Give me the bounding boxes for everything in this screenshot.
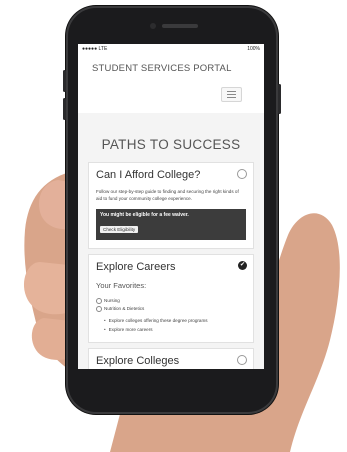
menu-icon-line <box>227 97 236 98</box>
radio-unchecked-icon[interactable] <box>237 169 247 179</box>
menu-icon-line <box>227 94 236 95</box>
main-content: PATHS TO SUCCESS Can I Afford College? F… <box>78 113 264 369</box>
list-item[interactable]: • Explore more careers <box>104 327 246 333</box>
portal-title: STUDENT SERVICES PORTAL <box>92 63 232 74</box>
camera-icon <box>150 23 156 29</box>
phone-screen: ●●●●● LTE 100% STUDENT SERVICES PORTAL P… <box>78 44 264 369</box>
favorite-item[interactable]: Nursing <box>96 297 246 304</box>
link-text[interactable]: Explore colleges offering these degree p… <box>109 318 208 324</box>
favorite-item[interactable]: Nutrition & Dietetics <box>96 305 246 312</box>
volume-button <box>63 70 66 92</box>
waiver-text: You might be eligible for a fee waiver. <box>100 211 189 218</box>
battery-level: 100% <box>247 45 260 52</box>
status-bar: ●●●●● LTE 100% <box>78 44 264 53</box>
card-afford-college[interactable]: Can I Afford College? Follow our step-by… <box>88 162 254 249</box>
link-text[interactable]: Explore more careers <box>109 327 153 333</box>
list-item[interactable]: • Explore colleges offering these degree… <box>104 318 246 324</box>
page-title: PATHS TO SUCCESS <box>101 137 241 152</box>
card-title: Explore Colleges <box>96 354 180 367</box>
radio-icon <box>96 305 102 312</box>
favorite-label: Nutrition & Dietetics <box>104 306 145 312</box>
favorite-label: Nursing <box>104 298 120 304</box>
card-description: Follow our step-by-step guide to finding… <box>96 189 239 201</box>
speaker-grille <box>162 24 198 28</box>
card-explore-careers[interactable]: Explore Careers ✔ Your Favorites: Nursin… <box>88 253 254 343</box>
fee-waiver-banner: You might be eligible for a fee waiver. … <box>96 208 246 240</box>
favorites-label: Your Favorites: <box>96 280 147 290</box>
card-title: Explore Careers <box>96 260 176 273</box>
radio-icon <box>96 297 102 304</box>
volume-button <box>63 98 66 120</box>
career-links: • Explore colleges offering these degree… <box>104 318 246 333</box>
bullet-icon: • <box>104 317 106 323</box>
check-eligibility-button[interactable]: Check Eligibility <box>100 225 139 233</box>
radio-unchecked-icon[interactable] <box>237 354 247 365</box>
card-explore-colleges[interactable]: Explore Colleges <box>88 347 254 369</box>
carrier-signal: ●●●●● LTE <box>82 45 108 52</box>
hamburger-menu-button[interactable] <box>221 87 242 102</box>
bullet-icon: • <box>104 326 106 332</box>
menu-icon-line <box>227 91 236 92</box>
power-button <box>278 84 281 114</box>
checkmark-icon[interactable]: ✔ <box>238 260 247 270</box>
card-title: Can I Afford College? <box>96 169 201 181</box>
portal-header: STUDENT SERVICES PORTAL <box>78 53 264 113</box>
